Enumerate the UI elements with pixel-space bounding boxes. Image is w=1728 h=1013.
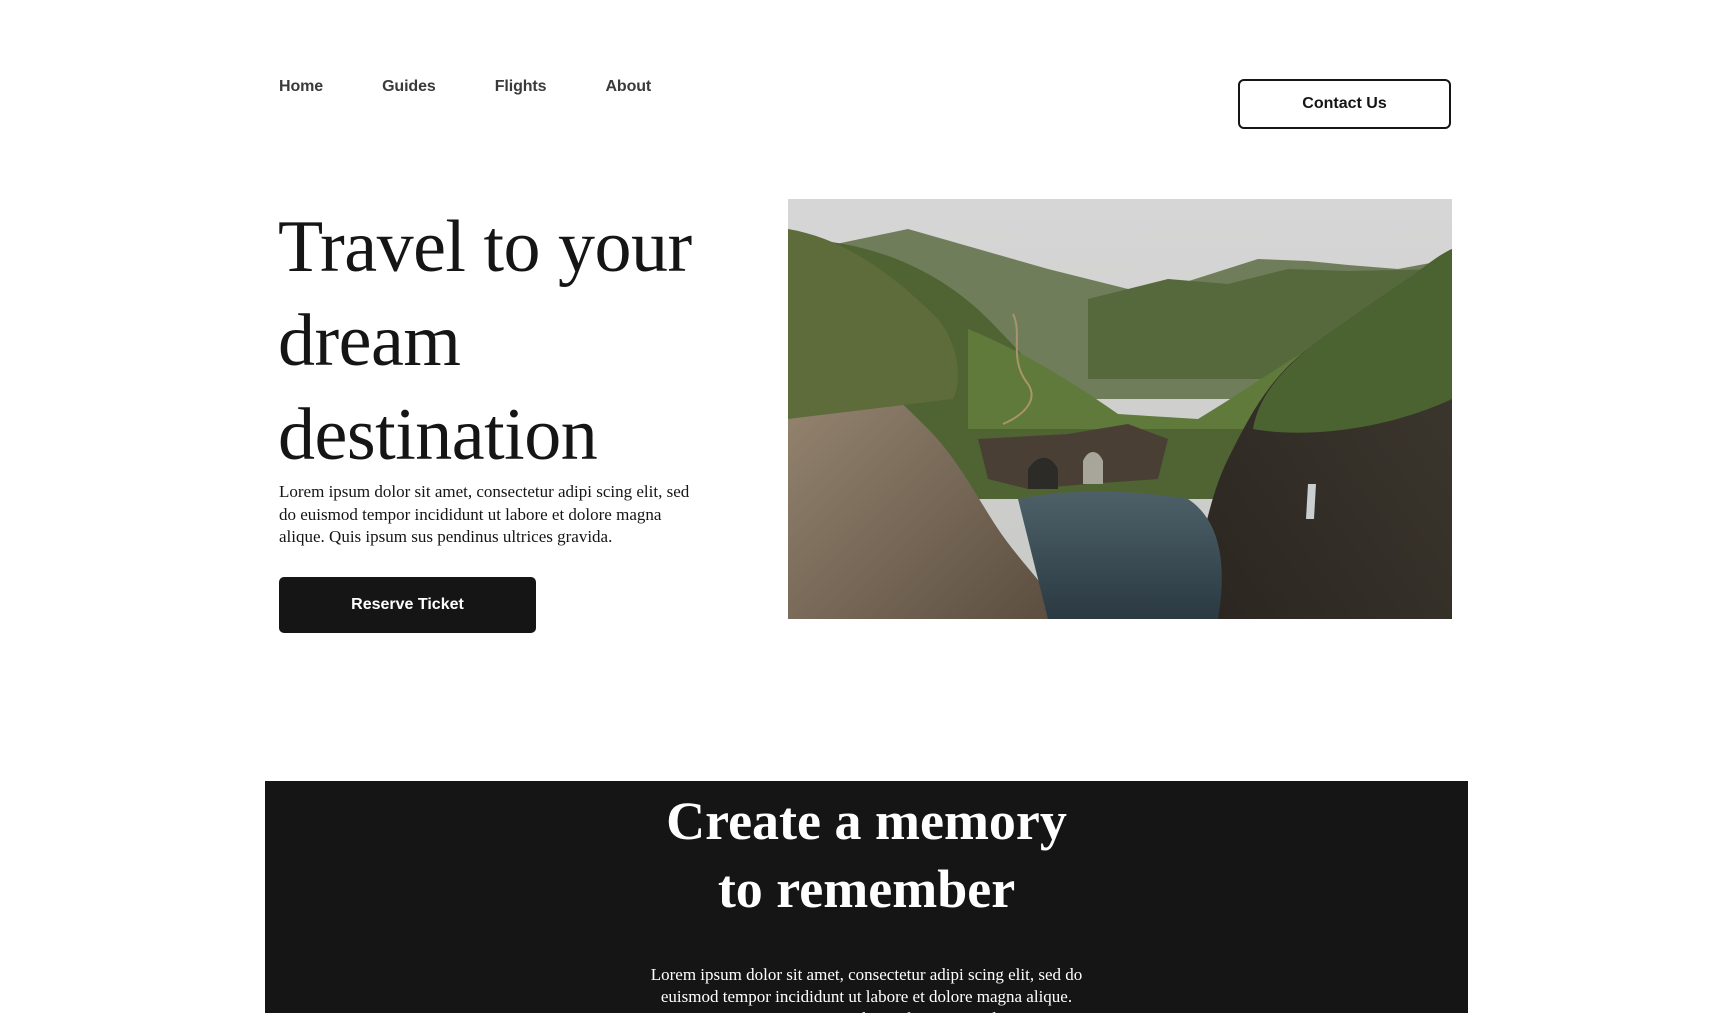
memory-title-line-2: to remember: [717, 859, 1016, 919]
memory-section: Create a memory to remember Lorem ipsum …: [265, 781, 1468, 1013]
hero-title: Travel to your dream destination: [278, 206, 692, 476]
nav-item-about[interactable]: About: [605, 78, 651, 96]
memory-description: Lorem ipsum dolor sit amet, consectetur …: [650, 965, 1083, 1013]
hero-description: Lorem ipsum dolor sit amet, consectetur …: [279, 482, 690, 546]
landscape-photo-icon: [788, 199, 1452, 619]
memory-title: Create a memory to remember: [265, 781, 1468, 923]
memory-title-line-1: Create a memory: [666, 791, 1067, 851]
main-nav: Home Guides Flights About: [279, 78, 651, 96]
contact-us-button[interactable]: Contact Us: [1238, 79, 1451, 129]
nav-item-guides[interactable]: Guides: [382, 78, 436, 96]
nav-item-home[interactable]: Home: [279, 78, 323, 96]
nav-item-flights[interactable]: Flights: [495, 78, 547, 96]
reserve-ticket-button[interactable]: Reserve Ticket: [279, 577, 536, 633]
hero-landscape-image: [788, 199, 1452, 619]
